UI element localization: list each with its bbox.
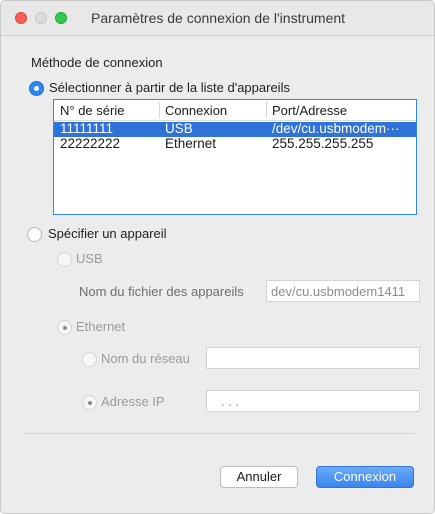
cell-connection: Ethernet bbox=[165, 136, 217, 151]
divider bbox=[23, 433, 415, 434]
title-bar: Paramètres de connexion de l'instrument bbox=[1, 1, 434, 36]
zoom-window-button[interactable] bbox=[55, 12, 67, 24]
column-divider bbox=[159, 102, 160, 118]
radio-usb-label: USB bbox=[76, 251, 103, 266]
network-name-field[interactable] bbox=[206, 347, 420, 369]
radio-ip-address[interactable] bbox=[82, 395, 97, 410]
radio-select-from-list[interactable] bbox=[29, 81, 44, 96]
cell-serial: 11111111 bbox=[60, 121, 114, 136]
table-header: N° de série Connexion Port/Adresse bbox=[54, 100, 416, 121]
column-header-port[interactable]: Port/Adresse bbox=[272, 103, 347, 118]
connect-button[interactable]: Connexion bbox=[316, 466, 414, 488]
connection-settings-window: Paramètres de connexion de l'instrument … bbox=[0, 0, 435, 514]
radio-select-from-list-label: Sélectionner à partir de la liste d'appa… bbox=[49, 80, 290, 95]
cell-port: /dev/cu.usbmodem··· bbox=[272, 121, 400, 136]
cell-connection: USB bbox=[165, 121, 193, 136]
column-header-serial[interactable]: N° de série bbox=[60, 103, 124, 118]
radio-specify-device[interactable] bbox=[27, 227, 42, 242]
device-file-label: Nom du fichier des appareils bbox=[79, 284, 244, 299]
cell-port: 255.255.255.255 bbox=[272, 136, 374, 151]
column-divider bbox=[266, 102, 267, 118]
radio-network-name[interactable] bbox=[82, 352, 97, 367]
cancel-button[interactable]: Annuler bbox=[220, 466, 298, 488]
ip-address-field[interactable]: . . . bbox=[206, 390, 420, 412]
window-title: Paramètres de connexion de l'instrument bbox=[91, 10, 346, 26]
radio-network-name-label: Nom du réseau bbox=[101, 351, 190, 366]
radio-ethernet[interactable] bbox=[57, 320, 72, 335]
radio-ip-address-label: Adresse IP bbox=[101, 394, 165, 409]
radio-specify-device-label: Spécifier un appareil bbox=[48, 226, 167, 241]
cell-serial: 22222222 bbox=[60, 136, 121, 151]
device-file-field[interactable]: dev/cu.usbmodem1411 bbox=[266, 280, 420, 302]
minimize-window-button[interactable] bbox=[35, 12, 47, 24]
column-header-connection[interactable]: Connexion bbox=[165, 103, 227, 118]
table-row[interactable]: 11111111 USB /dev/cu.usbmodem··· bbox=[54, 121, 416, 137]
close-window-button[interactable] bbox=[15, 12, 27, 24]
connection-method-label: Méthode de connexion bbox=[31, 55, 163, 70]
radio-usb[interactable] bbox=[57, 252, 72, 267]
device-list-table[interactable]: N° de série Connexion Port/Adresse 11111… bbox=[53, 99, 417, 215]
radio-ethernet-label: Ethernet bbox=[76, 319, 126, 334]
table-row[interactable]: 22222222 Ethernet 255.255.255.255 bbox=[54, 136, 416, 152]
